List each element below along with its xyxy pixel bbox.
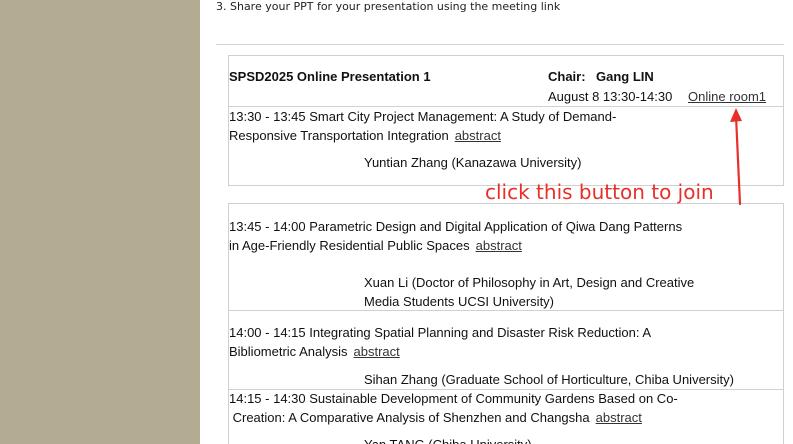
session-title-line: Bibliometric Analysis (229, 344, 348, 359)
chair-name: Gang LIN (596, 69, 654, 84)
speaker: Yan TANG (Chiba University) (364, 435, 532, 444)
session-title-line: in Age-Friendly Residential Public Space… (229, 238, 470, 253)
speaker-line: Yuntian Zhang (Kanazawa University) (364, 155, 582, 170)
abstract-link[interactable]: abstract (354, 344, 400, 359)
arrow-up-icon (730, 108, 742, 206)
speaker: Xuan Li (Doctor of Philosophy in Art, De… (364, 273, 694, 311)
abstract-link[interactable]: abstract (596, 410, 642, 425)
instruction-text: 3. Share your PPT for your presentation … (216, 0, 561, 13)
speaker: Sihan Zhang (Graduate School of Horticul… (364, 370, 734, 389)
chair-label: Chair: (548, 69, 586, 84)
session-title-line: 14:00 - 14:15 Integrating Spatial Planni… (229, 325, 652, 340)
speaker-line: Media Students UCSI University) (364, 294, 555, 309)
abstract-link[interactable]: abstract (455, 128, 501, 143)
session-title-line: 13:30 - 13:45 Smart City Project Managem… (229, 109, 617, 124)
session-time: August 8 13:30-14:30 (548, 89, 673, 104)
abstract-link[interactable]: abstract (476, 238, 522, 253)
speaker-line: Sihan Zhang (Graduate School of Horticul… (364, 372, 734, 387)
divider (216, 44, 784, 45)
join-annotation: click this button to join (485, 180, 714, 204)
session-title-line: 13:45 - 14:00 Parametric Design and Digi… (229, 219, 683, 234)
session-title-line: Creation: A Comparative Analysis of Shen… (229, 410, 590, 425)
event-title: SPSD2025 Online Presentation 1 (229, 69, 431, 84)
session-title-line: 14:15 - 14:30 Sustainable Development of… (229, 391, 678, 406)
session-item: 14:15 - 14:30 Sustainable Development of… (229, 389, 739, 427)
row-divider (228, 310, 784, 311)
session-item: 13:30 - 13:45 Smart City Project Managem… (229, 107, 709, 145)
online-room-link[interactable]: Online room1 (688, 89, 766, 105)
speaker-line: Yan TANG (Chiba University) (364, 435, 532, 444)
session-title-line: Responsive Transportation Integration (229, 128, 449, 143)
session-item: 14:00 - 14:15 Integrating Spatial Planni… (229, 323, 729, 361)
session-item: 13:45 - 14:00 Parametric Design and Digi… (229, 217, 729, 255)
speaker-line: Xuan Li (Doctor of Philosophy in Art, De… (364, 275, 695, 290)
speaker: Yuntian Zhang (Kanazawa University) (364, 153, 582, 172)
left-margin-band (0, 0, 200, 444)
